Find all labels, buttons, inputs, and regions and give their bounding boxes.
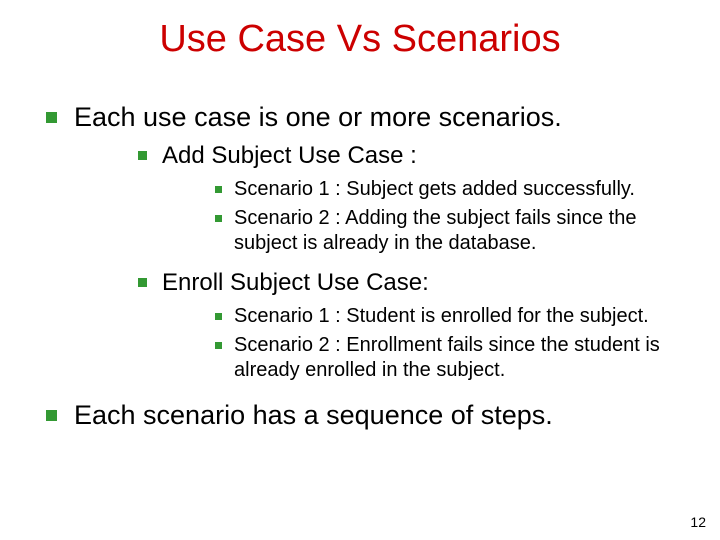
- bullet-list-level3: Scenario 1 : Subject gets added successf…: [212, 177, 680, 256]
- list-item: Scenario 1 : Subject gets added successf…: [212, 177, 680, 202]
- bullet-text: Each scenario has a sequence of steps.: [74, 400, 553, 430]
- list-item: Each scenario has a sequence of steps.: [40, 399, 680, 433]
- slide-title: Use Case Vs Scenarios: [40, 18, 680, 61]
- list-item: Scenario 1 : Student is enrolled for the…: [212, 304, 680, 329]
- list-item: Scenario 2 : Enrollment fails since the …: [212, 333, 680, 383]
- slide: Use Case Vs Scenarios Each use case is o…: [0, 0, 720, 540]
- list-item: Add Subject Use Case : Scenario 1 : Subj…: [134, 141, 680, 256]
- bullet-text: Enroll Subject Use Case:: [162, 269, 429, 296]
- bullet-text: Add Subject Use Case :: [162, 142, 417, 169]
- list-item: Each use case is one or more scenarios. …: [40, 101, 680, 383]
- bullet-text: Scenario 1 : Student is enrolled for the…: [234, 305, 649, 327]
- bullet-text: Scenario 2 : Adding the subject fails si…: [234, 207, 636, 254]
- page-number: 12: [690, 514, 706, 530]
- bullet-text: Scenario 1 : Subject gets added successf…: [234, 178, 635, 200]
- bullet-list-level1: Each use case is one or more scenarios. …: [40, 101, 680, 433]
- bullet-text: Scenario 2 : Enrollment fails since the …: [234, 334, 660, 381]
- bullet-list-level3: Scenario 1 : Student is enrolled for the…: [212, 304, 680, 383]
- bullet-list-level2: Add Subject Use Case : Scenario 1 : Subj…: [134, 141, 680, 383]
- list-item: Enroll Subject Use Case: Scenario 1 : St…: [134, 268, 680, 383]
- list-item: Scenario 2 : Adding the subject fails si…: [212, 206, 680, 256]
- bullet-text: Each use case is one or more scenarios.: [74, 102, 562, 132]
